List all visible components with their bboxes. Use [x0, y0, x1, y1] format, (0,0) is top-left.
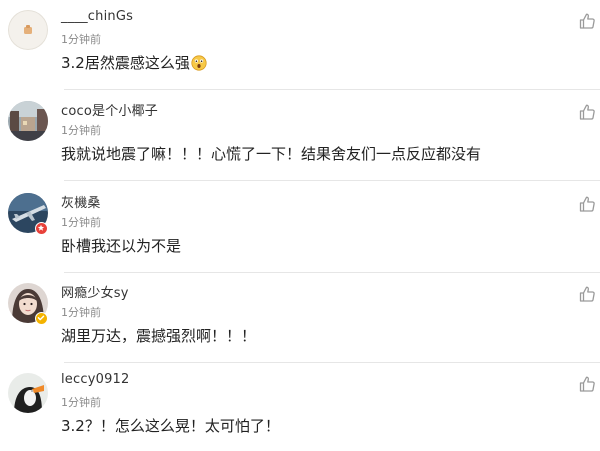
- comment-text: 我就说地震了嘛！！！心慌了一下！结果舍友们一点反应都没有: [61, 145, 482, 163]
- divider: [64, 89, 600, 90]
- comment-item: 灰機桑 1分钟前 卧槽我还以为不是: [0, 183, 600, 273]
- comment-item: 网瘾少女sy 1分钟前 湖里万达，震撼强烈啊！！！: [0, 273, 600, 363]
- timestamp: 1分钟前: [61, 306, 101, 319]
- surprised-face-icon: [191, 55, 207, 75]
- thumbs-up-icon[interactable]: [578, 12, 596, 30]
- thumbs-up-icon[interactable]: [578, 195, 596, 213]
- avatar[interactable]: [8, 373, 48, 413]
- comment-item: coco是个小椰子 1分钟前 我就说地震了嘛！！！心慌了一下！结果舍友们一点反应…: [0, 91, 600, 181]
- timestamp: 1分钟前: [61, 124, 101, 137]
- username[interactable]: ____chinGs: [61, 9, 133, 24]
- username[interactable]: 灰機桑: [61, 192, 101, 211]
- thumbs-up-icon[interactable]: [578, 285, 596, 303]
- timestamp: 1分钟前: [61, 216, 101, 229]
- comment-text-body: 3.2居然震感这么强: [61, 54, 190, 72]
- verified-badge-icon: [35, 312, 48, 325]
- verified-badge-icon: [35, 222, 48, 235]
- comment-text: 湖里万达，震撼强烈啊！！！: [61, 327, 257, 345]
- username[interactable]: coco是个小椰子: [61, 100, 158, 119]
- comment-text: 3.2？！怎么这么晃！太可怕了！: [61, 417, 280, 435]
- comment-text: 3.2居然震感这么强: [61, 52, 207, 75]
- comment-item: leccy0912 1分钟前 3.2？！怎么这么晃！太可怕了！: [0, 363, 600, 451]
- comment-text: 卧槽我还以为不是: [61, 237, 182, 255]
- thumbs-up-icon[interactable]: [578, 375, 596, 393]
- comment-list: ____chinGs 1分钟前 3.2居然震感这么强 coco是个小椰子 1分钟…: [0, 0, 600, 451]
- timestamp: 1分钟前: [61, 33, 101, 46]
- thumbs-up-icon[interactable]: [578, 103, 596, 121]
- username[interactable]: leccy0912: [61, 372, 129, 387]
- divider: [64, 180, 600, 181]
- username[interactable]: 网瘾少女sy: [61, 282, 129, 301]
- timestamp: 1分钟前: [61, 396, 101, 409]
- avatar[interactable]: [8, 10, 48, 50]
- comment-item: ____chinGs 1分钟前 3.2居然震感这么强: [0, 0, 600, 90]
- avatar[interactable]: [8, 101, 48, 141]
